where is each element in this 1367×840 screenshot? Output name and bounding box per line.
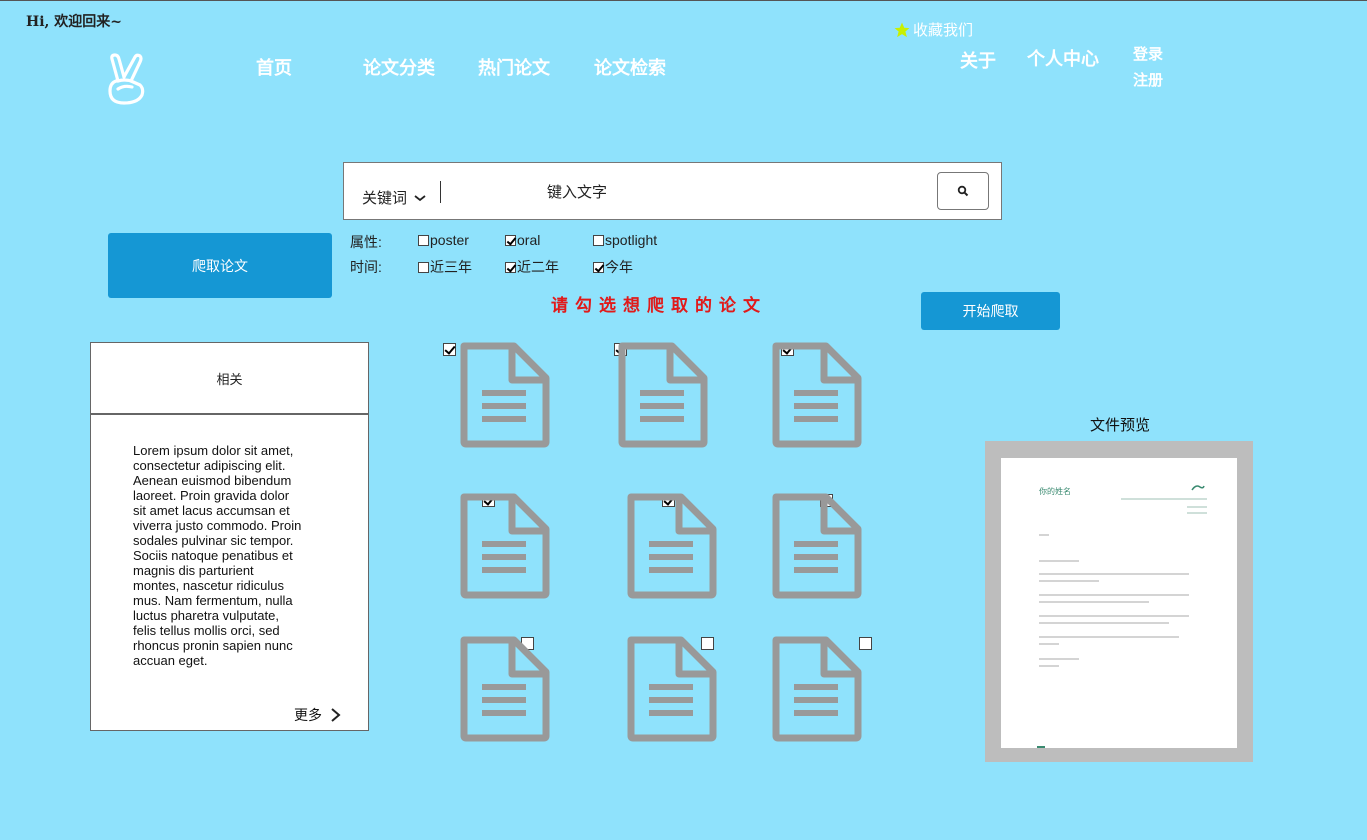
preview-line — [1039, 534, 1049, 536]
preview-line — [1039, 560, 1079, 562]
document-icon[interactable] — [772, 342, 864, 448]
document-icon[interactable] — [460, 342, 552, 448]
document-icon[interactable] — [627, 493, 719, 599]
document-icon[interactable] — [460, 636, 552, 742]
document-icon[interactable] — [772, 636, 864, 742]
selection-hint: 请勾选想爬取的论文 — [551, 296, 767, 316]
time-filter-label: 时间: — [350, 259, 382, 275]
preview-line — [1039, 615, 1189, 617]
attribute-filter-label: 属性: — [350, 234, 382, 250]
option-label: poster — [430, 232, 469, 248]
preview-line — [1039, 580, 1099, 582]
preview-line — [1039, 601, 1149, 603]
related-panel: 相关 Lorem ipsum dolor sit amet, consectet… — [90, 342, 369, 731]
keyword-selector-label: 关键词 — [362, 190, 408, 207]
more-label: 更多 — [294, 707, 322, 723]
preview-line — [1039, 643, 1059, 645]
checkbox[interactable] — [418, 261, 429, 273]
favorite-label: 收藏我们 — [913, 22, 974, 39]
search-icon — [957, 185, 969, 197]
document-icon[interactable] — [772, 493, 864, 599]
preview-line — [1037, 746, 1045, 748]
option-label: 近三年 — [430, 259, 472, 275]
search-divider — [440, 181, 441, 203]
nav-personal-center[interactable]: 个人中心 — [1027, 45, 1099, 71]
preview-line — [1187, 512, 1207, 514]
time-option-last-two-years[interactable]: 近二年 — [505, 257, 559, 277]
greeting: Hi, 欢迎回来~ — [26, 14, 123, 30]
start-crawl-button[interactable]: 开始爬取 — [921, 292, 1060, 330]
preview-line — [1039, 636, 1179, 638]
keyword-selector[interactable]: 关键词 — [362, 187, 427, 208]
file-preview: 你的姓名 — [985, 441, 1253, 762]
document-icon[interactable] — [460, 493, 552, 599]
nav-home[interactable]: 首页 — [256, 54, 292, 80]
document-checkbox[interactable] — [443, 343, 456, 356]
option-label: 近二年 — [517, 259, 559, 275]
preview-line — [1121, 498, 1207, 500]
preview-line — [1187, 506, 1207, 508]
nav-paper-categories[interactable]: 论文分类 — [363, 54, 435, 80]
login-link[interactable]: 登录 — [1133, 43, 1163, 64]
related-panel-body: Lorem ipsum dolor sit amet, consectetur … — [133, 443, 302, 668]
preview-line — [1039, 665, 1059, 667]
document-icon[interactable] — [618, 342, 710, 448]
preview-line — [1039, 622, 1169, 624]
nav-hot-papers[interactable]: 热门论文 — [478, 54, 550, 80]
chevron-down-icon — [414, 194, 426, 201]
leaf-icon — [1191, 485, 1205, 491]
attribute-option-poster[interactable]: poster — [418, 232, 469, 248]
nav-about[interactable]: 关于 — [960, 47, 996, 73]
search-input[interactable] — [454, 175, 1019, 209]
preview-page: 你的姓名 — [1001, 458, 1237, 748]
file-preview-title: 文件预览 — [1090, 417, 1151, 434]
star-icon — [894, 22, 910, 37]
preview-line — [1039, 658, 1079, 660]
related-panel-title: 相关 — [91, 343, 368, 415]
search-bar: 关键词 — [343, 162, 1019, 220]
preview-doc-name: 你的姓名 — [1039, 487, 1071, 496]
preview-line — [1039, 594, 1189, 596]
search-button[interactable] — [937, 172, 989, 210]
time-option-this-year[interactable]: 今年 — [593, 257, 633, 277]
document-icon[interactable] — [627, 636, 719, 742]
victory-hand-logo-icon[interactable] — [104, 51, 150, 109]
favorite-link[interactable]: 收藏我们 — [893, 19, 973, 40]
time-option-last-three-years[interactable]: 近三年 — [418, 257, 472, 277]
attribute-option-oral[interactable]: oral — [505, 232, 540, 248]
more-link[interactable]: 更多 — [294, 705, 342, 725]
attribute-option-spotlight[interactable]: spotlight — [593, 232, 657, 248]
option-label: oral — [517, 232, 541, 248]
nav-paper-search[interactable]: 论文检索 — [594, 54, 666, 80]
document-grid — [0, 1, 1367, 742]
crawl-papers-button[interactable]: 爬取论文 — [108, 233, 332, 298]
checkbox[interactable] — [593, 234, 604, 246]
checkbox[interactable] — [418, 234, 429, 246]
register-link[interactable]: 注册 — [1133, 69, 1163, 90]
checkbox[interactable] — [505, 234, 516, 246]
preview-line — [1039, 573, 1189, 575]
checkbox[interactable] — [593, 261, 604, 273]
option-label: spotlight — [605, 232, 658, 248]
checkbox[interactable] — [505, 261, 516, 273]
chevron-right-icon — [331, 708, 341, 722]
option-label: 今年 — [605, 259, 633, 275]
